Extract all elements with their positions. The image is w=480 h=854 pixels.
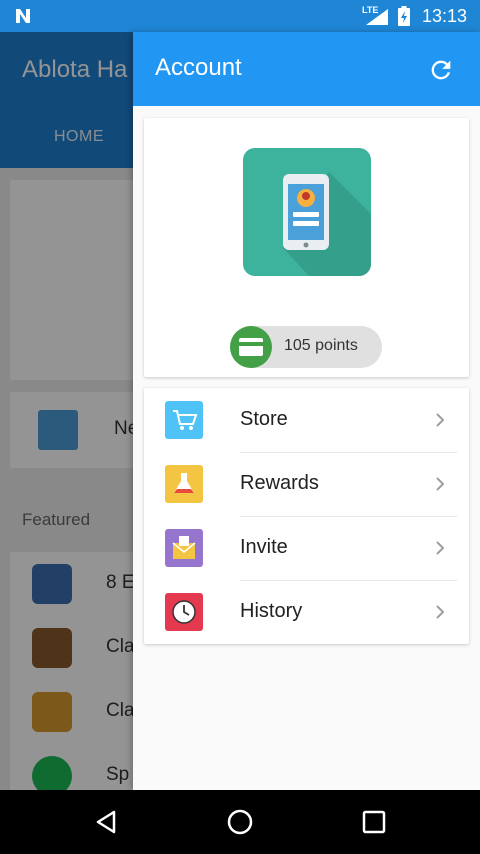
flask-icon bbox=[165, 465, 203, 503]
clock-time: 13:13 bbox=[422, 6, 468, 26]
back-icon[interactable] bbox=[92, 808, 120, 836]
points-value: 105 points bbox=[284, 337, 358, 354]
menu-item-store[interactable]: Store bbox=[144, 388, 469, 452]
n-notification-icon bbox=[16, 9, 30, 23]
menu-item-label: Invite bbox=[240, 536, 288, 558]
chevron-right-icon bbox=[436, 541, 445, 555]
account-drawer: Account 105 points Store Rewards Invite … bbox=[133, 32, 480, 790]
points-badge[interactable]: 105 points bbox=[230, 326, 382, 368]
status-bar: LTE 13:13 bbox=[0, 0, 480, 32]
menu-item-label: Rewards bbox=[240, 472, 319, 494]
system-nav-bar bbox=[0, 790, 480, 854]
signal-icon bbox=[366, 9, 388, 25]
cart-icon bbox=[165, 401, 203, 439]
clock-icon bbox=[165, 593, 203, 631]
menu-item-label: Store bbox=[240, 408, 288, 430]
battery-charging-icon bbox=[398, 6, 410, 26]
phone-profile-icon bbox=[243, 148, 371, 276]
profile-card: 105 points bbox=[144, 118, 469, 377]
menu-item-rewards[interactable]: Rewards bbox=[144, 452, 469, 516]
home-icon[interactable] bbox=[226, 808, 254, 836]
credit-card-icon bbox=[230, 326, 272, 368]
chevron-right-icon bbox=[436, 413, 445, 427]
account-menu: Store Rewards Invite History bbox=[144, 388, 469, 644]
envelope-icon bbox=[165, 529, 203, 567]
drawer-toolbar: Account bbox=[133, 32, 480, 106]
page-title: Account bbox=[155, 54, 242, 81]
menu-item-label: History bbox=[240, 600, 303, 622]
recents-icon[interactable] bbox=[360, 808, 388, 836]
chevron-right-icon bbox=[436, 605, 445, 619]
menu-item-invite[interactable]: Invite bbox=[144, 516, 469, 580]
chevron-right-icon bbox=[436, 477, 445, 491]
menu-item-history[interactable]: History bbox=[144, 580, 469, 644]
refresh-icon[interactable] bbox=[427, 56, 455, 84]
